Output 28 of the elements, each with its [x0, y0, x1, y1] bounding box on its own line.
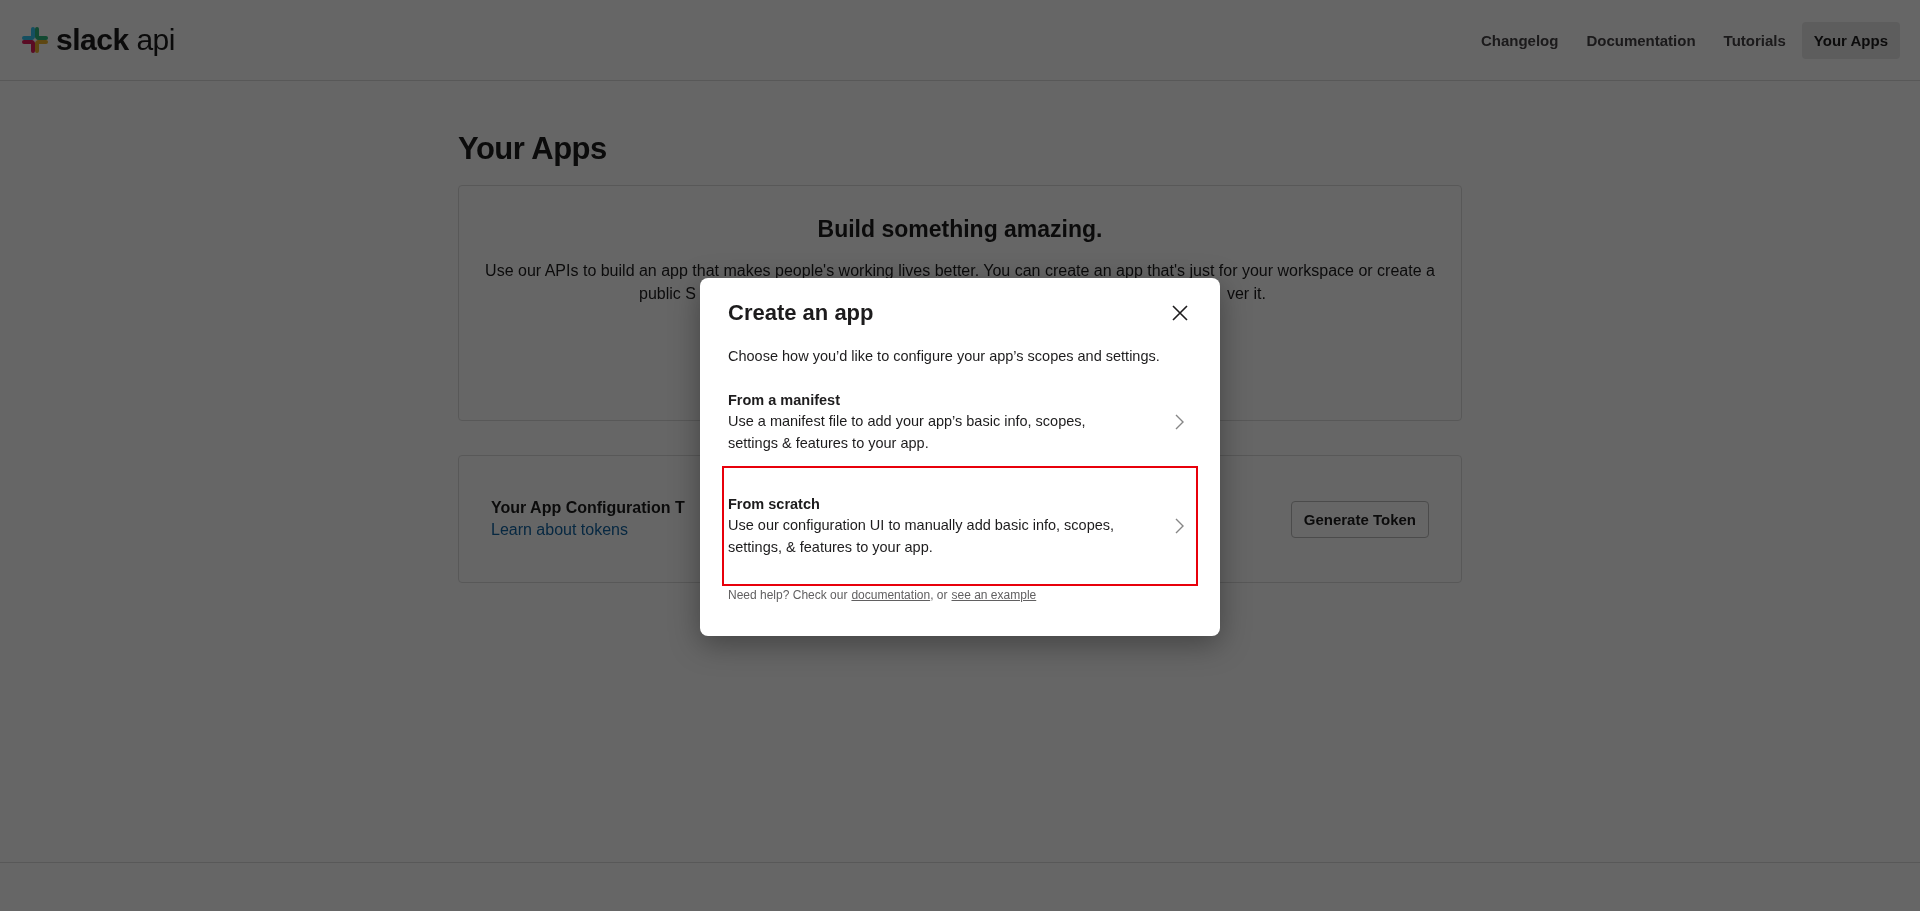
token-card-title: Your App Configuration T — [491, 499, 685, 517]
nav-link[interactable]: Documentation — [1574, 21, 1708, 59]
nav-link[interactable]: Tutorials — [1711, 21, 1798, 59]
generate-token-button[interactable]: Generate Token — [1290, 500, 1429, 538]
nav-link[interactable]: Changelog — [1468, 21, 1571, 59]
page-title: Your Apps — [458, 131, 608, 167]
nav-link[interactable]: Your Apps — [1801, 21, 1900, 59]
option-description: Use our configuration UI to manually add basic info, scopes, settings, & features to your app. — [728, 516, 1116, 557]
intro-text: Use our APIs to build an app that makes people's working lives better. You can create an app that's just for your workspace or create a — [485, 261, 1435, 281]
option-title: From a manifest — [728, 391, 841, 410]
dialog-description: Choose how you’d like to configure your app’s scopes and settings. — [728, 348, 1161, 364]
intro-text: public S — [639, 284, 696, 304]
option-title: From scratch — [728, 495, 821, 514]
help-text: , or — [930, 588, 948, 602]
slack-logo-icon — [20, 25, 50, 55]
option-description: Use a manifest file to add your app’s basic info, scopes, settings & features to your app. — [728, 412, 1087, 453]
logo-text[interactable]: slack api — [56, 23, 175, 57]
intro-heading: Build something amazing. — [817, 216, 1103, 243]
example-link[interactable]: see an example — [951, 588, 1037, 602]
chevron-right-icon — [1175, 518, 1184, 534]
app-option[interactable]: From a manifest Use a manifest file to add your app’s basic info, scopes, settings & features to your app. — [722, 378, 1198, 466]
learn-tokens-link[interactable]: Learn about tokens — [491, 521, 685, 539]
intro-text: ver it. — [1226, 284, 1266, 304]
chevron-right-icon — [1175, 414, 1184, 430]
close-icon[interactable] — [1172, 305, 1188, 321]
app-option[interactable]: From scratch Use our configuration UI to manually add basic info, scopes, settings, & features to your app. — [722, 466, 1198, 586]
help-text: Need help? Check our — [728, 588, 848, 602]
dialog-title: Create an app — [728, 300, 874, 326]
